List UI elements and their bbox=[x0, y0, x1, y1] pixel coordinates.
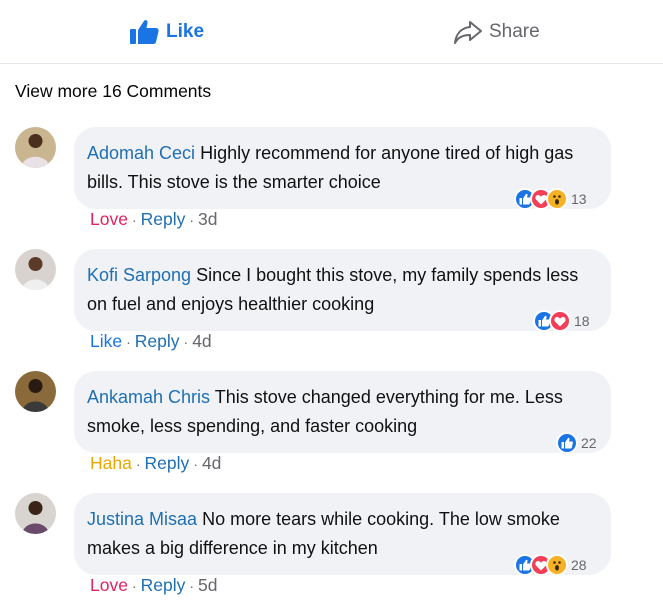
share-arrow-icon bbox=[453, 19, 483, 45]
comment-actions: Love · Reply · 3d bbox=[90, 209, 218, 230]
comment-author[interactable]: Justina Misaa bbox=[87, 509, 197, 529]
reply-link[interactable]: Reply bbox=[141, 209, 186, 230]
reaction-label[interactable]: Love bbox=[90, 209, 128, 230]
comment-author[interactable]: Adomah Ceci bbox=[87, 143, 195, 163]
reaction-count: 18 bbox=[574, 313, 590, 329]
thumbs-up-icon bbox=[130, 19, 160, 45]
reply-link[interactable]: Reply bbox=[135, 331, 180, 352]
avatar[interactable] bbox=[15, 493, 56, 534]
separator: · bbox=[135, 456, 141, 472]
separator: · bbox=[193, 456, 198, 472]
love-icon bbox=[549, 310, 571, 332]
reaction-summary[interactable]: 22 bbox=[556, 432, 597, 454]
reply-link[interactable]: Reply bbox=[145, 453, 190, 474]
reply-link[interactable]: Reply bbox=[141, 575, 186, 596]
separator: · bbox=[189, 212, 195, 228]
avatar[interactable] bbox=[15, 371, 56, 412]
reaction-summary[interactable]: 13 bbox=[514, 188, 587, 210]
reaction-label[interactable]: Love bbox=[90, 575, 128, 596]
reaction-summary[interactable]: 18 bbox=[533, 310, 590, 332]
separator: · bbox=[131, 212, 137, 228]
post-action-bar: Like Share bbox=[0, 0, 663, 64]
separator: · bbox=[126, 334, 131, 350]
reaction-count: 22 bbox=[581, 435, 597, 451]
like-button-label: Like bbox=[166, 21, 205, 42]
comment-time[interactable]: 5d bbox=[198, 575, 217, 596]
wow-icon bbox=[546, 554, 568, 576]
comment-bubble: Ankamah Chris This stove changed everyth… bbox=[74, 371, 611, 453]
comment-actions: Haha · Reply · 4d bbox=[90, 453, 221, 474]
comment-time[interactable]: 4d bbox=[202, 453, 221, 474]
view-more-comments-link[interactable]: View more 16 Comments bbox=[15, 81, 211, 102]
comment-time[interactable]: 4d bbox=[192, 331, 211, 352]
comment-author[interactable]: Ankamah Chris bbox=[87, 387, 210, 407]
comment-actions: Like · Reply · 4d bbox=[90, 331, 212, 352]
like-icon bbox=[556, 432, 578, 454]
separator: · bbox=[131, 578, 137, 594]
wow-icon bbox=[546, 188, 568, 210]
avatar[interactable] bbox=[15, 127, 56, 168]
avatar[interactable] bbox=[15, 249, 56, 290]
reaction-summary[interactable]: 28 bbox=[514, 554, 587, 576]
comment-actions: Love · Reply · 5d bbox=[90, 575, 218, 596]
separator: · bbox=[189, 578, 195, 594]
share-button[interactable]: Share bbox=[453, 19, 540, 45]
share-button-label: Share bbox=[489, 21, 540, 42]
reaction-count: 28 bbox=[571, 557, 587, 573]
comment-time[interactable]: 3d bbox=[198, 209, 217, 230]
comment-bubble: Kofi Sarpong Since I bought this stove, … bbox=[74, 249, 611, 331]
reaction-label[interactable]: Like bbox=[90, 331, 122, 352]
separator: · bbox=[183, 334, 189, 350]
like-button[interactable]: Like bbox=[130, 19, 204, 45]
comment-author[interactable]: Kofi Sarpong bbox=[87, 265, 191, 285]
reaction-count: 13 bbox=[571, 191, 587, 207]
reaction-label[interactable]: Haha bbox=[90, 453, 132, 474]
